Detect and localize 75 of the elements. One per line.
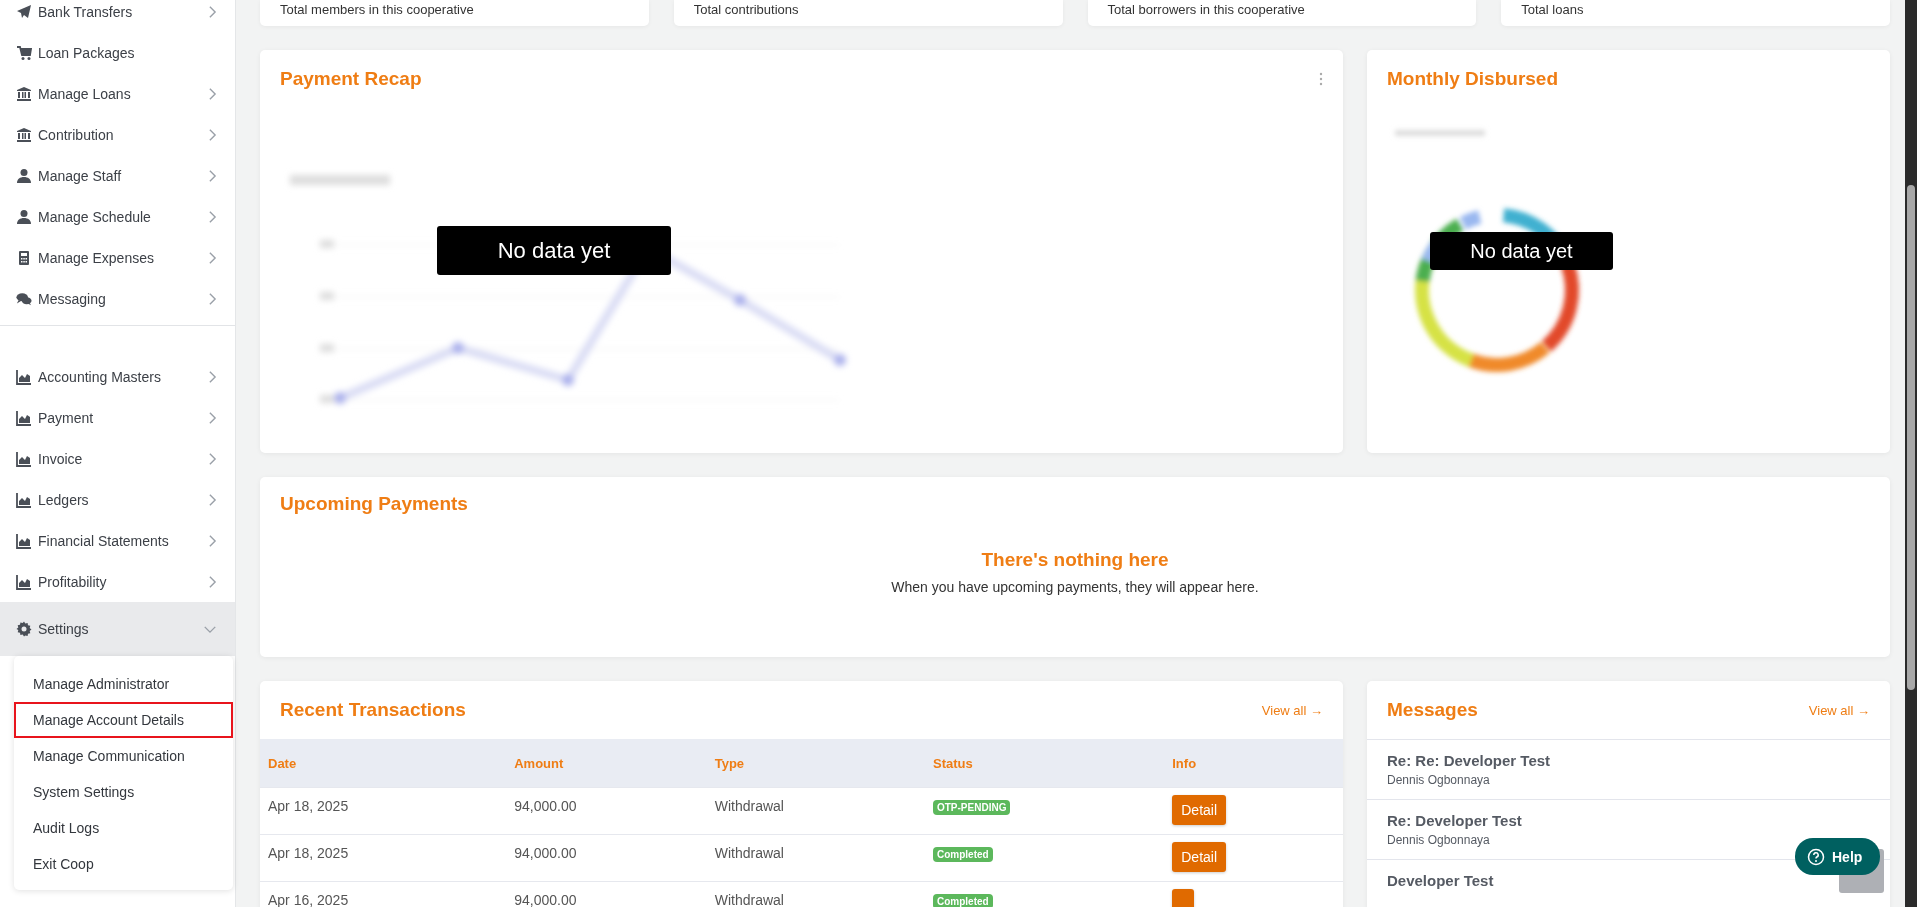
- sidebar-item[interactable]: Profitability: [0, 561, 235, 602]
- table-cell: 94,000.00: [506, 881, 707, 907]
- help-button[interactable]: Help: [1795, 838, 1881, 875]
- area-chart-icon: [16, 450, 32, 467]
- sidebar-item[interactable]: Loan Packages: [0, 32, 235, 73]
- table-cell: Withdrawal: [706, 881, 925, 907]
- empty-state-title: There's nothing here: [980, 549, 1170, 571]
- card-title: Upcoming Payments: [280, 493, 468, 515]
- message-subject[interactable]: Re: Developer Test: [1387, 812, 1522, 829]
- column-header: Amount: [506, 739, 707, 788]
- submenu-item[interactable]: Audit Logs: [14, 810, 233, 846]
- table-cell: 94,000.00: [506, 787, 707, 835]
- status-badge: OTP-PENDING: [932, 800, 1011, 815]
- sidebar-item[interactable]: Manage Expenses: [0, 237, 235, 278]
- submenu-item[interactable]: Exit Coop: [14, 846, 233, 882]
- message-sender: Dennis Ogbonnaya: [1387, 773, 1491, 787]
- submenu-item[interactable]: Manage Administrator: [14, 666, 233, 702]
- table-cell: 94,000.00: [506, 834, 707, 882]
- sidebar-item[interactable]: Messaging: [0, 278, 235, 319]
- sidebar-item[interactable]: Bank Transfers: [0, 0, 235, 32]
- kebab-menu-icon[interactable]: [1319, 72, 1323, 86]
- status-badge: Completed: [932, 894, 993, 907]
- submenu-item[interactable]: Manage Account Details: [14, 702, 233, 738]
- stat-caption: Total members in this cooperative: [280, 2, 474, 17]
- column-header: Date: [260, 739, 507, 788]
- table-cell: Apr 18, 2025: [260, 787, 507, 835]
- help-icon: [1807, 847, 1825, 866]
- status-badge: Completed: [932, 847, 993, 862]
- settings-icon: [16, 621, 32, 637]
- calculator-icon: [16, 249, 32, 266]
- card-title: Payment Recap: [280, 68, 422, 90]
- stat-caption: Total borrowers in this cooperative: [1107, 2, 1305, 17]
- paper-plane-icon: [16, 3, 32, 20]
- area-chart-icon: [16, 368, 32, 385]
- stat-caption: Total loans: [1521, 2, 1584, 17]
- stat-caption: Total contributions: [693, 2, 799, 17]
- message-subject[interactable]: Developer Test: [1387, 872, 1494, 889]
- sidebar-item[interactable]: Manage Schedule: [0, 196, 235, 237]
- sidebar-item[interactable]: Settings: [0, 602, 235, 656]
- cart-icon: [16, 44, 32, 61]
- submenu-item[interactable]: Manage Communication: [14, 738, 233, 774]
- sidebar-item[interactable]: Financial Statements: [0, 520, 235, 561]
- user-icon: [16, 208, 32, 225]
- bank-icon: [16, 126, 32, 143]
- bank-icon: [16, 85, 32, 102]
- card-title: Monthly Disbursed: [1387, 68, 1558, 90]
- sidebar-item[interactable]: Manage Staff: [0, 155, 235, 196]
- message-subject[interactable]: Re: Re: Developer Test: [1387, 752, 1551, 769]
- table-cell: Withdrawal: [706, 787, 925, 835]
- message-sender: Dennis Ogbonnaya: [1387, 833, 1491, 847]
- sidebar-item[interactable]: Ledgers: [0, 479, 235, 520]
- chat-icon: [16, 290, 32, 307]
- card-title: Messages: [1387, 699, 1478, 721]
- column-header: Info: [1164, 739, 1343, 788]
- column-header: Type: [706, 739, 925, 788]
- card-title: Recent Transactions: [280, 699, 466, 721]
- area-chart-icon: [16, 409, 32, 426]
- no-data-label: No data yet: [437, 226, 671, 275]
- column-header: Status: [924, 739, 1165, 788]
- table-cell: Apr 18, 2025: [260, 834, 507, 882]
- no-data-label: No data yet: [1430, 232, 1613, 270]
- sidebar-item[interactable]: Accounting Masters: [0, 356, 235, 397]
- area-chart-icon: [16, 532, 32, 549]
- table-cell: Withdrawal: [706, 834, 925, 882]
- user-icon: [16, 167, 32, 184]
- area-chart-icon: [16, 491, 32, 508]
- sidebar-item[interactable]: Payment: [0, 397, 235, 438]
- sidebar-item[interactable]: Invoice: [0, 438, 235, 479]
- sidebar-item[interactable]: Contribution: [0, 114, 235, 155]
- sidebar-item[interactable]: Manage Loans: [0, 73, 235, 114]
- scrollbar[interactable]: [1905, 0, 1917, 907]
- submenu-item[interactable]: System Settings: [14, 774, 233, 810]
- empty-state-text: When you have upcoming payments, they will appear here.: [890, 579, 1260, 595]
- table-cell: Apr 16, 2025: [260, 881, 507, 907]
- area-chart-icon: [16, 573, 32, 590]
